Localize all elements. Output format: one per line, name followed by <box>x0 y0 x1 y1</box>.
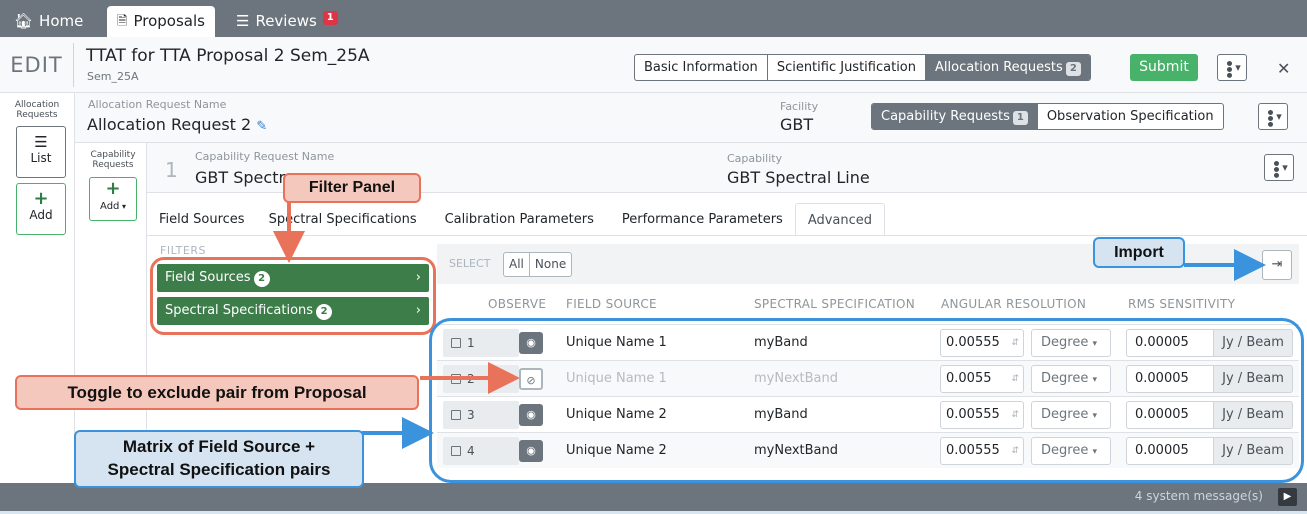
matrix-callout-line-1: Matrix of Field Source + <box>122 437 316 456</box>
import-callout: Import <box>1093 237 1185 268</box>
matrix-callout-line-2: Spectral Specification pairs <box>107 460 331 479</box>
matrix-callout: Matrix of Field Source + Spectral Specif… <box>74 430 364 488</box>
toggle-callout: Toggle to exclude pair from Proposal <box>15 375 419 410</box>
filter-panel-callout: Filter Panel <box>283 173 421 203</box>
